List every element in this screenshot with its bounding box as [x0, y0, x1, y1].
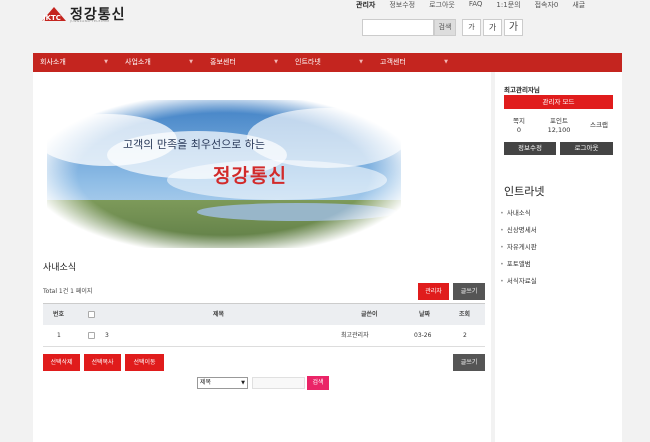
top-nav-qna[interactable]: 1:1문의: [496, 0, 520, 10]
row-checkbox[interactable]: [88, 332, 95, 339]
top-nav-edit-info[interactable]: 정보수정: [389, 0, 415, 10]
top-nav-visitors[interactable]: 접속자0: [535, 0, 559, 10]
banner-headline: 고객의 만족을 최우선으로 하는: [123, 138, 266, 151]
admin-button[interactable]: 관리자: [418, 283, 449, 300]
row-number: 1: [57, 332, 61, 339]
logo-mark-icon: JKTC: [40, 5, 68, 23]
site-search-button[interactable]: 검색: [434, 19, 456, 36]
board-search-input[interactable]: [252, 377, 305, 389]
chevron-down-icon: ▼: [104, 59, 108, 65]
sidebar-section-title: 인트라넷: [504, 185, 545, 198]
move-selected-button[interactable]: 선택이동: [125, 354, 164, 371]
sidebar-item-profile[interactable]: 신상명세서: [500, 222, 537, 239]
table-row: 1 3 최고관리자 03-26 2: [43, 325, 485, 347]
sidebar-item-news[interactable]: 사내소식: [500, 205, 537, 222]
table-header: 번호 제목 글쓴이 날짜 조회: [43, 303, 485, 325]
nav-label: 사업소개: [125, 58, 151, 66]
column-number: 번호: [53, 311, 65, 318]
stat-label: 쪽지: [513, 117, 525, 125]
top-nav-logout[interactable]: 로그아웃: [429, 0, 455, 10]
nav-pr-center[interactable]: 홍보센터 ▼: [203, 53, 288, 72]
row-author: 최고관리자: [341, 332, 369, 339]
board-total: Total 1건 1 페이지: [43, 288, 93, 295]
chevron-down-icon: ▼: [274, 59, 278, 65]
top-nav-new-posts[interactable]: 새글: [572, 0, 585, 10]
column-views: 조회: [459, 311, 471, 318]
sidebar-item-forms[interactable]: 서식자료실: [500, 273, 537, 290]
stat-points[interactable]: 포인트 12,100: [541, 117, 577, 135]
stat-label: 스크랩: [590, 121, 608, 129]
sidebar-menu: 사내소식 신상명세서 자유게시판 포토앨범 서식자료실: [500, 205, 537, 290]
stat-label: 포인트: [550, 117, 568, 125]
row-views: 2: [463, 332, 467, 339]
nav-label: 인트라넷: [295, 58, 321, 66]
search-field-select[interactable]: 제목 ▼: [197, 377, 248, 389]
nav-customer-center[interactable]: 고객센터 ▼: [373, 53, 458, 72]
site-search-input[interactable]: [362, 19, 434, 36]
stat-value: 12,100: [547, 126, 571, 134]
svg-text:JKTC: JKTC: [42, 14, 61, 22]
row-subject-link[interactable]: 3: [105, 325, 109, 347]
nav-company[interactable]: 회사소개 ▼: [33, 53, 118, 72]
top-navigation: 관리자 정보수정 로그아웃 FAQ 1:1문의 접속자0 새글: [356, 0, 626, 10]
sidebar-item-free-board[interactable]: 자유게시판: [500, 239, 537, 256]
nav-intranet[interactable]: 인트라넷 ▼: [288, 53, 373, 72]
nav-business[interactable]: 사업소개 ▼: [118, 53, 203, 72]
stat-scrap[interactable]: 스크랩: [581, 121, 617, 130]
nav-label: 회사소개: [40, 58, 66, 66]
stat-value: 0: [516, 126, 522, 134]
column-subject: 제목: [213, 311, 225, 318]
board-search-button[interactable]: 검색: [307, 376, 329, 390]
search-field-value: 제목: [200, 379, 212, 386]
edit-info-button[interactable]: 정보수정: [504, 142, 556, 155]
logo-subtitle: JUNGKANG TELECOM: [70, 19, 110, 23]
chevron-down-icon: ▼: [359, 59, 363, 65]
font-size-medium-button[interactable]: 가: [483, 19, 502, 36]
logout-button[interactable]: 로그아웃: [560, 142, 613, 155]
main-navigation: 회사소개 ▼ 사업소개 ▼ 홍보센터 ▼ 인트라넷 ▼ 고객센터 ▼: [33, 53, 622, 72]
font-size-small-button[interactable]: 가: [462, 19, 481, 36]
nav-label: 홍보센터: [210, 58, 236, 66]
write-button-bottom[interactable]: 글쓰기: [453, 354, 485, 371]
font-size-large-button[interactable]: 가: [504, 19, 523, 36]
delete-selected-button[interactable]: 선택삭제: [43, 354, 80, 371]
top-nav-faq[interactable]: FAQ: [469, 0, 483, 10]
column-author: 글쓴이: [361, 311, 378, 318]
banner-company-name: 정강통신: [213, 165, 287, 187]
sidebar-user-title: 최고관리자님: [504, 86, 540, 94]
sidebar-item-photo-album[interactable]: 포토앨범: [500, 256, 537, 273]
row-date: 03-26: [414, 332, 432, 339]
write-button[interactable]: 글쓰기: [453, 283, 485, 300]
chevron-down-icon: ▼: [444, 59, 448, 65]
chevron-down-icon: ▼: [241, 380, 245, 386]
copy-selected-button[interactable]: 선택복사: [84, 354, 121, 371]
select-all-checkbox[interactable]: [88, 311, 95, 318]
nav-label: 고객센터: [380, 58, 406, 66]
board-title: 사내소식: [43, 263, 77, 273]
top-nav-admin[interactable]: 관리자: [356, 0, 375, 10]
admin-mode-button[interactable]: 관리자 모드: [504, 95, 613, 109]
chevron-down-icon: ▼: [189, 59, 193, 65]
column-date: 날짜: [419, 311, 431, 318]
stat-memo[interactable]: 쪽지 0: [501, 117, 537, 135]
